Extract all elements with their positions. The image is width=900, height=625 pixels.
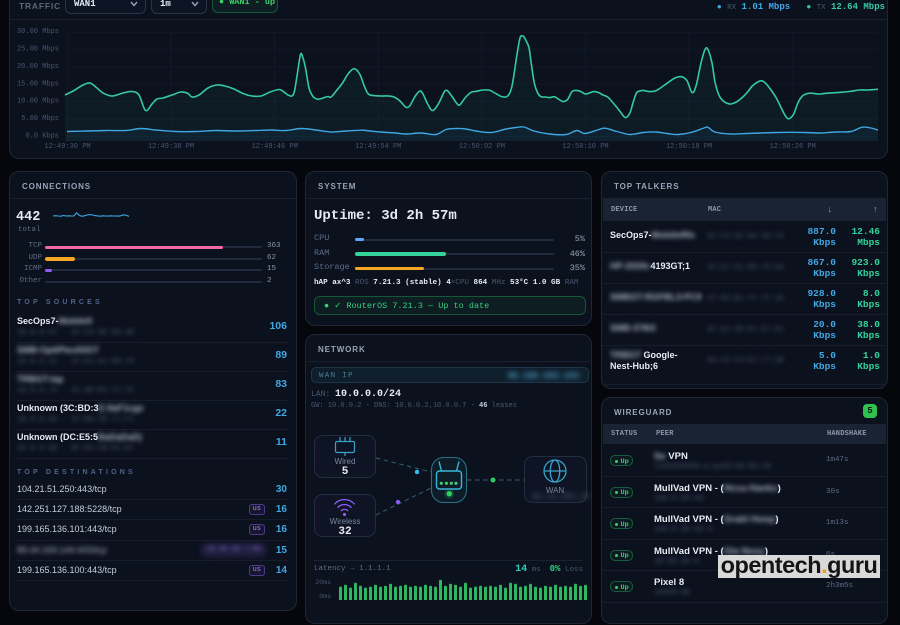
svg-text:0.0 Kbps: 0.0 Kbps — [25, 132, 59, 140]
svg-text:12:50:02 PM: 12:50:02 PM — [459, 143, 505, 151]
svg-text:12:50:26 PM: 12:50:26 PM — [770, 143, 816, 151]
svg-text:12:49:38 PM: 12:49:38 PM — [148, 143, 194, 151]
svg-text:12:49:46 PM: 12:49:46 PM — [252, 143, 298, 151]
svg-text:12:50:10 PM: 12:50:10 PM — [562, 143, 608, 151]
svg-text:10.00 Mbps: 10.00 Mbps — [17, 98, 59, 106]
svg-text:Wireless: Wireless — [330, 517, 361, 526]
svg-text:20.00 Mbps: 20.00 Mbps — [17, 63, 59, 71]
svg-text:30.00 Mbps: 30.00 Mbps — [17, 28, 59, 36]
svg-text:15.00 Mbps: 15.00 Mbps — [17, 80, 59, 88]
svg-text:12:50:18 PM: 12:50:18 PM — [666, 143, 712, 151]
svg-text:12:49:54 PM: 12:49:54 PM — [355, 143, 401, 151]
svg-text:5.00 Mbps: 5.00 Mbps — [21, 115, 59, 123]
svg-text:32: 32 — [338, 526, 351, 538]
svg-text:Wired: Wired — [335, 457, 356, 466]
svg-text:25.00 Mbps: 25.00 Mbps — [17, 46, 59, 54]
svg-text:5: 5 — [342, 466, 349, 478]
svg-text:12:49:30 PM: 12:49:30 PM — [44, 143, 90, 151]
